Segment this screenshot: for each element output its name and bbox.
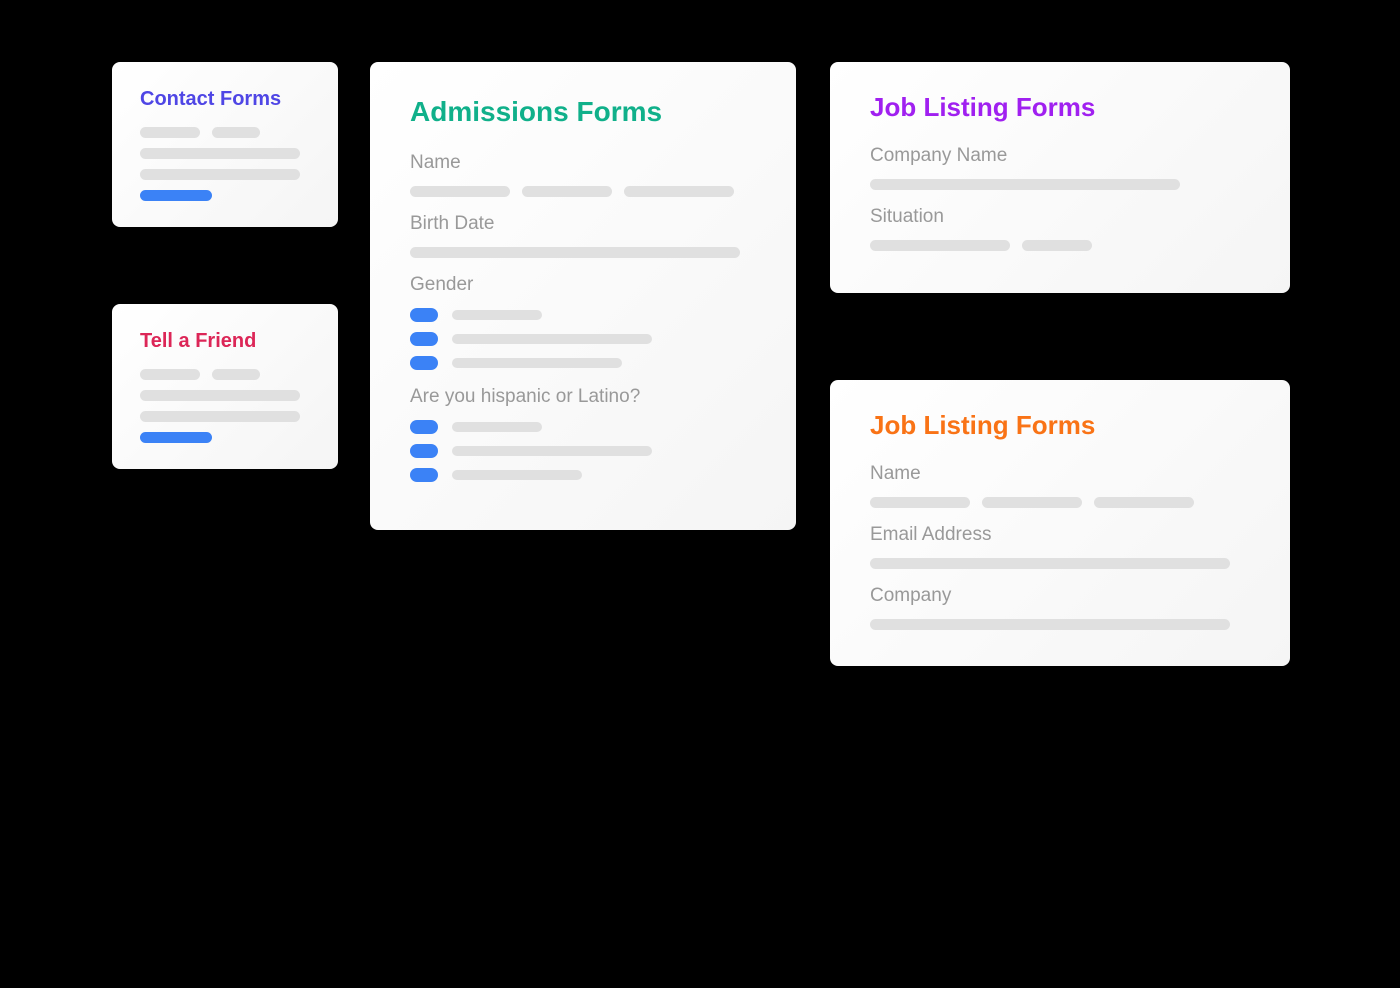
radio-icon (410, 420, 438, 434)
placeholder-row (410, 247, 756, 258)
radio-icon (410, 444, 438, 458)
card-title: Contact Forms (140, 88, 310, 111)
placeholder-bar (410, 247, 740, 258)
card-title: Tell a Friend (140, 330, 310, 353)
placeholder-bar (452, 470, 582, 480)
placeholder-row (140, 127, 310, 138)
card-admissions-forms[interactable]: Admissions Forms Name Birth Date Gender … (370, 62, 796, 530)
radio-option (410, 468, 756, 482)
placeholder-row (870, 179, 1250, 190)
placeholder-bar (870, 240, 1010, 251)
placeholder-bar (1094, 497, 1194, 508)
card-title: Job Listing Forms (870, 92, 1250, 123)
placeholder-bar (140, 169, 300, 180)
placeholder-bar (140, 411, 300, 422)
field-label-company: Company Name (870, 145, 1250, 167)
card-title: Job Listing Forms (870, 410, 1250, 441)
placeholder-bar (410, 186, 510, 197)
placeholder-bar (982, 497, 1082, 508)
card-job-listing-purple[interactable]: Job Listing Forms Company Name Situation (830, 62, 1290, 293)
field-label-situation: Situation (870, 206, 1250, 228)
button-placeholder (140, 190, 212, 201)
field-label-name: Name (410, 152, 756, 174)
radio-option (410, 444, 756, 458)
field-label-gender: Gender (410, 274, 756, 296)
card-job-listing-orange[interactable]: Job Listing Forms Name Email Address Com… (830, 380, 1290, 666)
placeholder-bar (452, 422, 542, 432)
radio-icon (410, 332, 438, 346)
placeholder-bar (212, 127, 260, 138)
placeholder-bar (624, 186, 734, 197)
placeholder-bar (452, 358, 622, 368)
placeholder-row (140, 190, 310, 201)
radio-icon (410, 356, 438, 370)
placeholder-row (870, 497, 1250, 508)
card-tell-a-friend[interactable]: Tell a Friend (112, 304, 338, 469)
radio-option (410, 332, 756, 346)
placeholder-bar (870, 619, 1230, 630)
placeholder-row (870, 240, 1250, 251)
button-placeholder (140, 432, 212, 443)
placeholder-row (140, 390, 310, 401)
card-contact-forms[interactable]: Contact Forms (112, 62, 338, 227)
placeholder-bar (452, 446, 652, 456)
placeholder-row (140, 432, 310, 443)
placeholder-bar (870, 558, 1230, 569)
placeholder-bar (870, 179, 1180, 190)
field-label-email: Email Address (870, 524, 1250, 546)
radio-option (410, 308, 756, 322)
field-label-company: Company (870, 585, 1250, 607)
placeholder-row (140, 148, 310, 159)
radio-icon (410, 468, 438, 482)
field-label-name: Name (870, 463, 1250, 485)
placeholder-row (870, 558, 1250, 569)
placeholder-row (140, 369, 310, 380)
placeholder-bar (522, 186, 612, 197)
field-label-hispanic: Are you hispanic or Latino? (410, 386, 756, 408)
card-title: Admissions Forms (410, 96, 756, 128)
placeholder-bar (212, 369, 260, 380)
placeholder-bar (140, 390, 300, 401)
placeholder-row (410, 186, 756, 197)
radio-option (410, 356, 756, 370)
placeholder-bar (452, 334, 652, 344)
placeholder-row (870, 619, 1250, 630)
placeholder-bar (140, 369, 200, 380)
field-label-birth-date: Birth Date (410, 213, 756, 235)
placeholder-row (140, 411, 310, 422)
placeholder-bar (870, 497, 970, 508)
placeholder-bar (140, 127, 200, 138)
radio-option (410, 420, 756, 434)
placeholder-bar (452, 310, 542, 320)
radio-icon (410, 308, 438, 322)
placeholder-bar (1022, 240, 1092, 251)
placeholder-row (140, 169, 310, 180)
placeholder-bar (140, 148, 300, 159)
